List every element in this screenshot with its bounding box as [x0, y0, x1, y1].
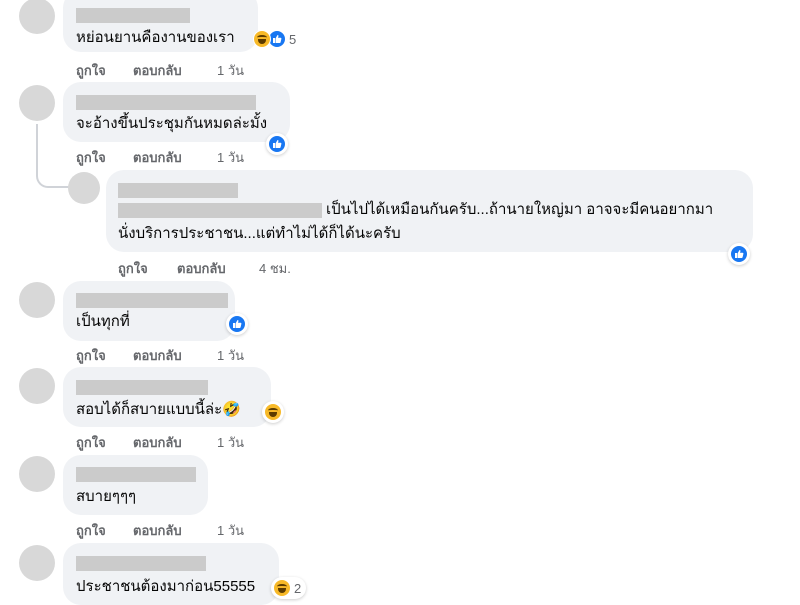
timestamp[interactable]: 1 วัน [217, 345, 244, 366]
like-link[interactable]: ถูกใจ [76, 60, 106, 81]
reply-link[interactable]: ตอบกลับ [133, 147, 182, 168]
comment-text: จะอ้างขึ้นประชุมกันหมดล่ะมั้ง [76, 115, 268, 132]
reaction-count: 2 [294, 580, 302, 596]
redacted-author-name[interactable] [76, 8, 190, 23]
comment-actions: ถูกใจ ตอบกลับ 4 ชม. [118, 258, 318, 276]
comment-bubble [63, 281, 235, 341]
redacted-mention[interactable] [118, 203, 322, 218]
avatar[interactable] [19, 456, 55, 492]
like-link[interactable]: ถูกใจ [76, 520, 106, 541]
reaction-summary[interactable] [728, 243, 750, 265]
haha-icon [264, 403, 282, 421]
comment-actions: ถูกใจ ตอบกลับ 1 วัน [76, 60, 276, 78]
timestamp[interactable]: 1 วัน [217, 60, 244, 81]
reply-text-line-2: นั่งบริการประชาชน...แต่ทำไม่ได้ก็ได้นะคร… [118, 225, 401, 242]
avatar[interactable] [68, 172, 100, 204]
comment-actions: ถูกใจ ตอบกลับ 1 วัน [76, 520, 276, 538]
reaction-summary[interactable]: 5 [250, 28, 302, 50]
like-link[interactable]: ถูกใจ [76, 147, 106, 168]
avatar[interactable] [19, 368, 55, 404]
reply-link[interactable]: ตอบกลับ [133, 345, 182, 366]
comment-actions: ถูกใจ ตอบกลับ 1 วัน [76, 345, 276, 363]
like-link[interactable]: ถูกใจ [118, 258, 148, 279]
timestamp[interactable]: 1 วัน [217, 432, 244, 453]
timestamp[interactable]: 1 วัน [217, 520, 244, 541]
redacted-author-name[interactable] [76, 467, 196, 482]
timestamp[interactable]: 4 ชม. [259, 258, 291, 279]
avatar[interactable] [19, 282, 55, 318]
reply-link[interactable]: ตอบกลับ [133, 520, 182, 541]
avatar[interactable] [19, 85, 55, 121]
redacted-author-name[interactable] [76, 95, 256, 110]
reply-link[interactable]: ตอบกลับ [133, 432, 182, 453]
redacted-author-name[interactable] [118, 183, 238, 198]
reply-link[interactable]: ตอบกลับ [177, 258, 226, 279]
haha-icon [273, 579, 291, 597]
reaction-summary[interactable] [262, 401, 284, 423]
like-icon [228, 315, 246, 333]
comment-actions: ถูกใจ ตอบกลับ 1 วัน [76, 147, 276, 165]
like-link[interactable]: ถูกใจ [76, 432, 106, 453]
comment-text: สอบได้ก็สบายแบบนี้ล่ะ🤣 [76, 401, 241, 418]
reply-link[interactable]: ตอบกลับ [133, 60, 182, 81]
reply-text-line-1: เป็นไปได้เหมือนกันครับ...ถ้านายใหญ่มา อา… [326, 201, 714, 218]
avatar[interactable] [19, 545, 55, 581]
avatar[interactable] [19, 0, 55, 34]
comment-text: เป็นทุกที่ [76, 313, 130, 330]
like-icon [730, 245, 748, 263]
comment-actions: ถูกใจ ตอบกลับ 1 วัน [76, 432, 276, 450]
redacted-author-name[interactable] [76, 293, 228, 308]
reaction-count: 5 [289, 31, 297, 47]
reaction-summary[interactable] [226, 313, 248, 335]
comment-text: ประชาชนต้องมาก่อน55555 [76, 578, 256, 595]
reaction-summary[interactable]: 2 [271, 577, 307, 599]
comment-text: หย่อนยานคืองานของเรา [76, 29, 235, 46]
timestamp[interactable]: 1 วัน [217, 147, 244, 168]
haha-icon [253, 30, 271, 48]
redacted-author-name[interactable] [76, 556, 206, 571]
redacted-author-name[interactable] [76, 380, 208, 395]
comment-text: สบายๆๆๆ [76, 488, 137, 505]
like-link[interactable]: ถูกใจ [76, 345, 106, 366]
